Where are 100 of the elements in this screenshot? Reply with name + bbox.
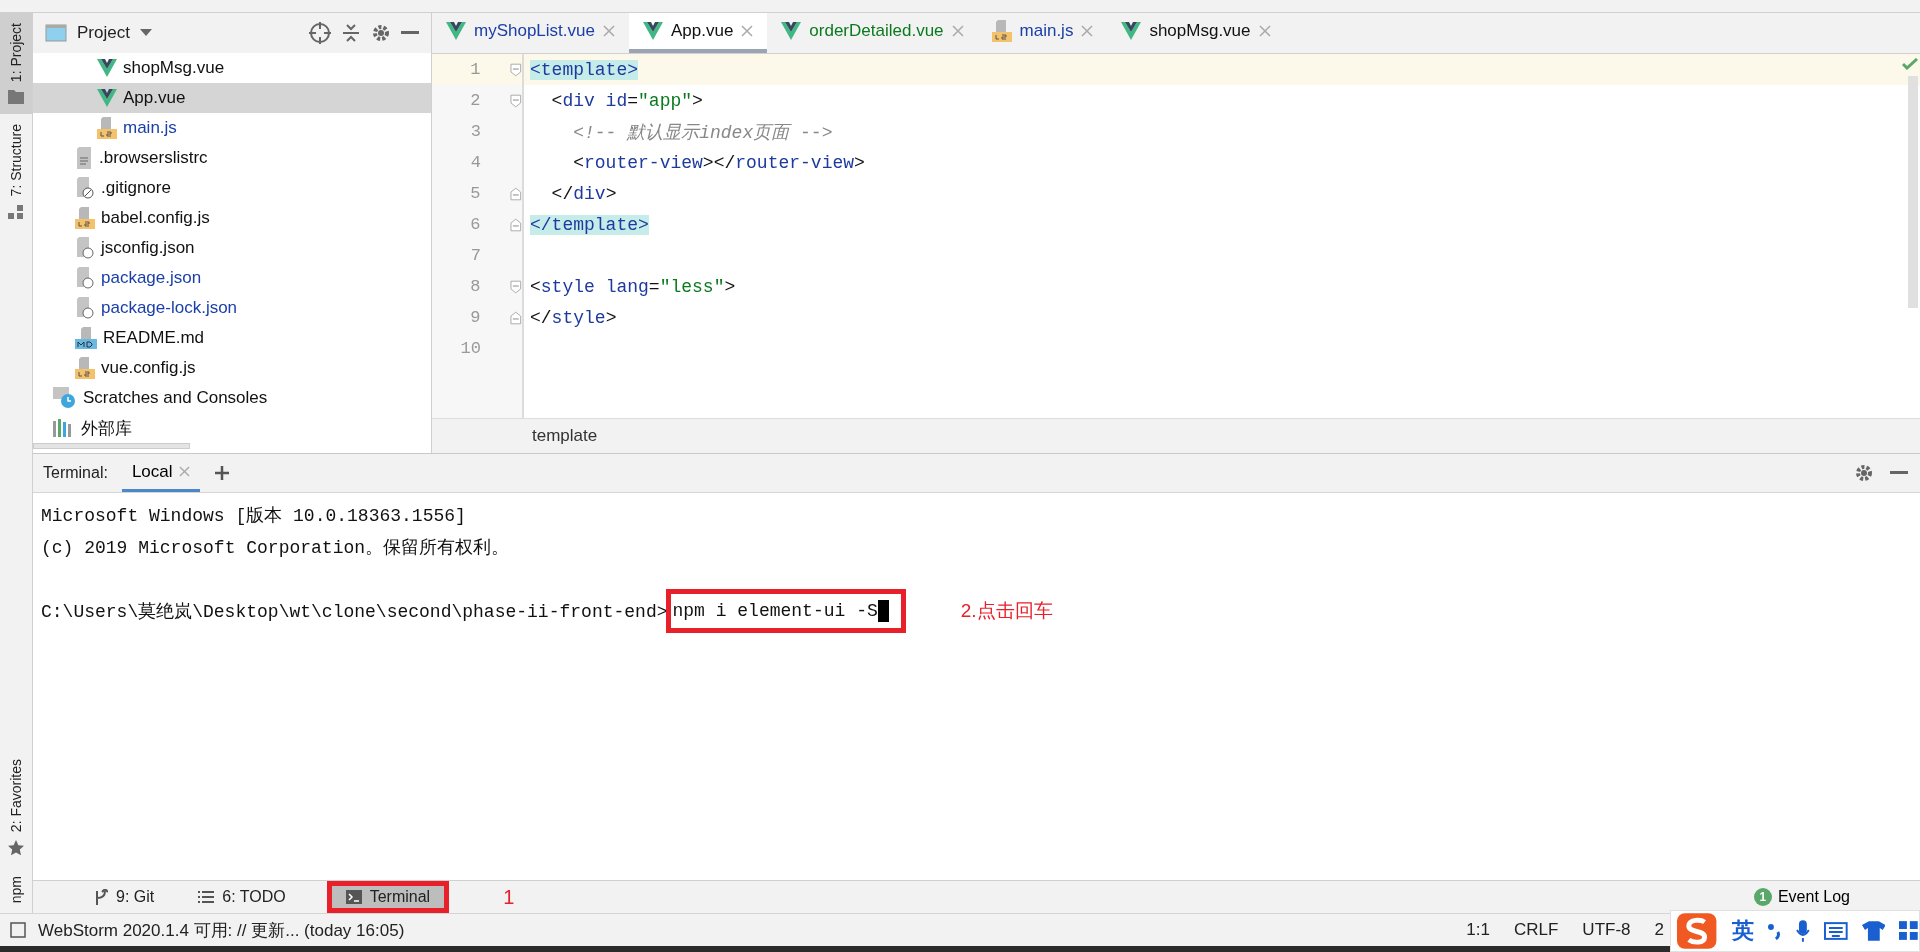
editor-tab[interactable]: orderDetailed.vue (767, 13, 978, 53)
microphone-icon[interactable] (1796, 920, 1810, 942)
checkmark-icon (1902, 58, 1918, 70)
tree-item[interactable]: README.md (33, 323, 431, 353)
minimize-icon[interactable] (1890, 471, 1908, 475)
terminal-command: npm i element-ui -S (672, 601, 878, 621)
tool-window-tab[interactable]: 2: Favorites (0, 748, 32, 866)
shirt-icon[interactable] (1861, 921, 1886, 941)
vue-icon (642, 22, 663, 40)
editor-tab[interactable]: main.js (977, 13, 1108, 53)
collapse-icon[interactable] (341, 23, 361, 43)
annotation-text: 2.点击回车 (960, 599, 1053, 623)
punctuation-icon[interactable] (1768, 922, 1783, 940)
structure-icon (8, 204, 24, 219)
md-file-icon (75, 327, 97, 349)
editor-tab[interactable]: shopMsg.vue (1107, 13, 1285, 53)
tree-item[interactable]: vue.config.js (33, 353, 431, 383)
fold-marker-icon[interactable] (510, 310, 522, 325)
keyboard-icon[interactable] (1823, 922, 1848, 940)
folder-icon (8, 90, 24, 105)
ignore-file-icon (75, 177, 95, 199)
tree-item[interactable]: App.vue (33, 83, 431, 113)
tree-item[interactable]: .gitignore (33, 173, 431, 203)
fold-marker-icon[interactable] (510, 217, 522, 232)
terminal-line: (c) 2019 Microsoft Corporation。保留所有权利。 (41, 537, 510, 559)
json-file-icon (75, 297, 95, 319)
close-icon[interactable] (1081, 25, 1094, 37)
list-icon (198, 890, 215, 904)
grid-icon[interactable] (1899, 921, 1919, 941)
line-number: 4 (469, 153, 481, 172)
tool-window-button[interactable]: Terminal (326, 881, 450, 913)
breadcrumb[interactable]: template (432, 418, 1920, 453)
js-file-icon (991, 20, 1012, 42)
js-file-icon (97, 117, 117, 139)
code-line: </style> (529, 307, 617, 328)
vue-icon (97, 59, 117, 77)
line-number: 9 (469, 308, 481, 327)
minimize-icon[interactable] (401, 31, 419, 35)
tree-item[interactable]: package.json (33, 263, 431, 293)
js-file-icon (75, 207, 95, 229)
tree-item[interactable]: jsconfig.json (33, 233, 431, 263)
code-line: <!-- 默认显示index页面 --> (572, 121, 833, 144)
ime-logo-icon[interactable] (1675, 911, 1719, 951)
project-window-icon (45, 24, 67, 42)
line-number: 7 (469, 246, 481, 265)
dropdown-icon[interactable] (139, 29, 152, 37)
tool-window-tab[interactable]: 1: Project (0, 13, 32, 115)
tool-window-tab[interactable]: npm (0, 865, 32, 913)
tree-item[interactable]: package-lock.json (33, 293, 431, 323)
close-icon[interactable] (951, 25, 964, 37)
tree-item[interactable]: Scratches and Consoles (33, 383, 431, 413)
editor-tab[interactable]: App.vue (628, 13, 768, 53)
settings-icon[interactable] (1854, 463, 1874, 483)
fold-marker-icon[interactable] (510, 62, 522, 77)
tree-item[interactable]: shopMsg.vue (33, 53, 431, 83)
close-icon[interactable] (1258, 25, 1271, 37)
close-icon[interactable] (178, 466, 190, 477)
annotation-text: 1 (503, 885, 515, 909)
tool-window-button[interactable]: 9: Git (75, 881, 174, 913)
close-icon[interactable] (741, 25, 754, 37)
scrollbar[interactable] (33, 443, 190, 449)
terminal-title: Terminal: (43, 464, 108, 482)
tree-item[interactable]: main.js (33, 113, 431, 143)
editor-tab[interactable]: myShopList.vue (432, 13, 629, 53)
vue-icon (781, 22, 802, 40)
code-line: <div id="app"> (550, 90, 703, 111)
close-icon[interactable] (602, 25, 615, 37)
terminal-prompt: C:\Users\莫绝岚\Desktop\wt\clone\second\phase-ii-front-end> (41, 601, 668, 623)
settings-icon[interactable] (371, 23, 391, 43)
code-line: <router-view></router-view> (572, 152, 865, 173)
add-icon[interactable] (213, 465, 230, 481)
status-item[interactable]: 2 (1654, 920, 1664, 940)
vue-icon (97, 89, 117, 107)
code-line: <style lang="less"> (529, 276, 736, 297)
panel-toggle-icon[interactable] (10, 922, 26, 938)
status-item[interactable]: 1:1 (1466, 920, 1490, 940)
fold-marker-icon[interactable] (510, 93, 522, 108)
tree-item[interactable]: .browserslistrc (33, 143, 431, 173)
line-number: 2 (469, 91, 481, 110)
tool-window-button[interactable]: 6: TODO (179, 881, 305, 913)
js-file-icon (75, 357, 95, 379)
fold-marker-icon[interactable] (510, 186, 522, 201)
fold-marker-icon[interactable] (510, 279, 522, 294)
tool-window-tab[interactable]: 7: Structure (0, 114, 32, 229)
line-number: 5 (469, 184, 481, 203)
panel-title[interactable]: Project (77, 23, 130, 43)
code-line: </div> (550, 183, 617, 204)
json-file-icon (75, 237, 95, 259)
event-log-button[interactable]: 1 Event Log (1753, 888, 1920, 906)
tree-item[interactable]: babel.config.js (33, 203, 431, 233)
scrollbar[interactable] (1908, 76, 1918, 308)
ime-mode[interactable]: 英 (1732, 916, 1755, 946)
status-item[interactable]: CRLF (1513, 920, 1559, 940)
notification-badge: 1 (1753, 888, 1772, 906)
locate-icon[interactable] (309, 22, 331, 44)
status-message[interactable]: WebStorm 2020.1.4 可用: // 更新... (today 16:05) (38, 918, 405, 942)
json-file-icon (75, 267, 95, 289)
terminal-icon (345, 890, 362, 904)
tree-item[interactable]: 外部库 (33, 413, 431, 443)
status-item[interactable]: UTF-8 (1582, 920, 1631, 940)
